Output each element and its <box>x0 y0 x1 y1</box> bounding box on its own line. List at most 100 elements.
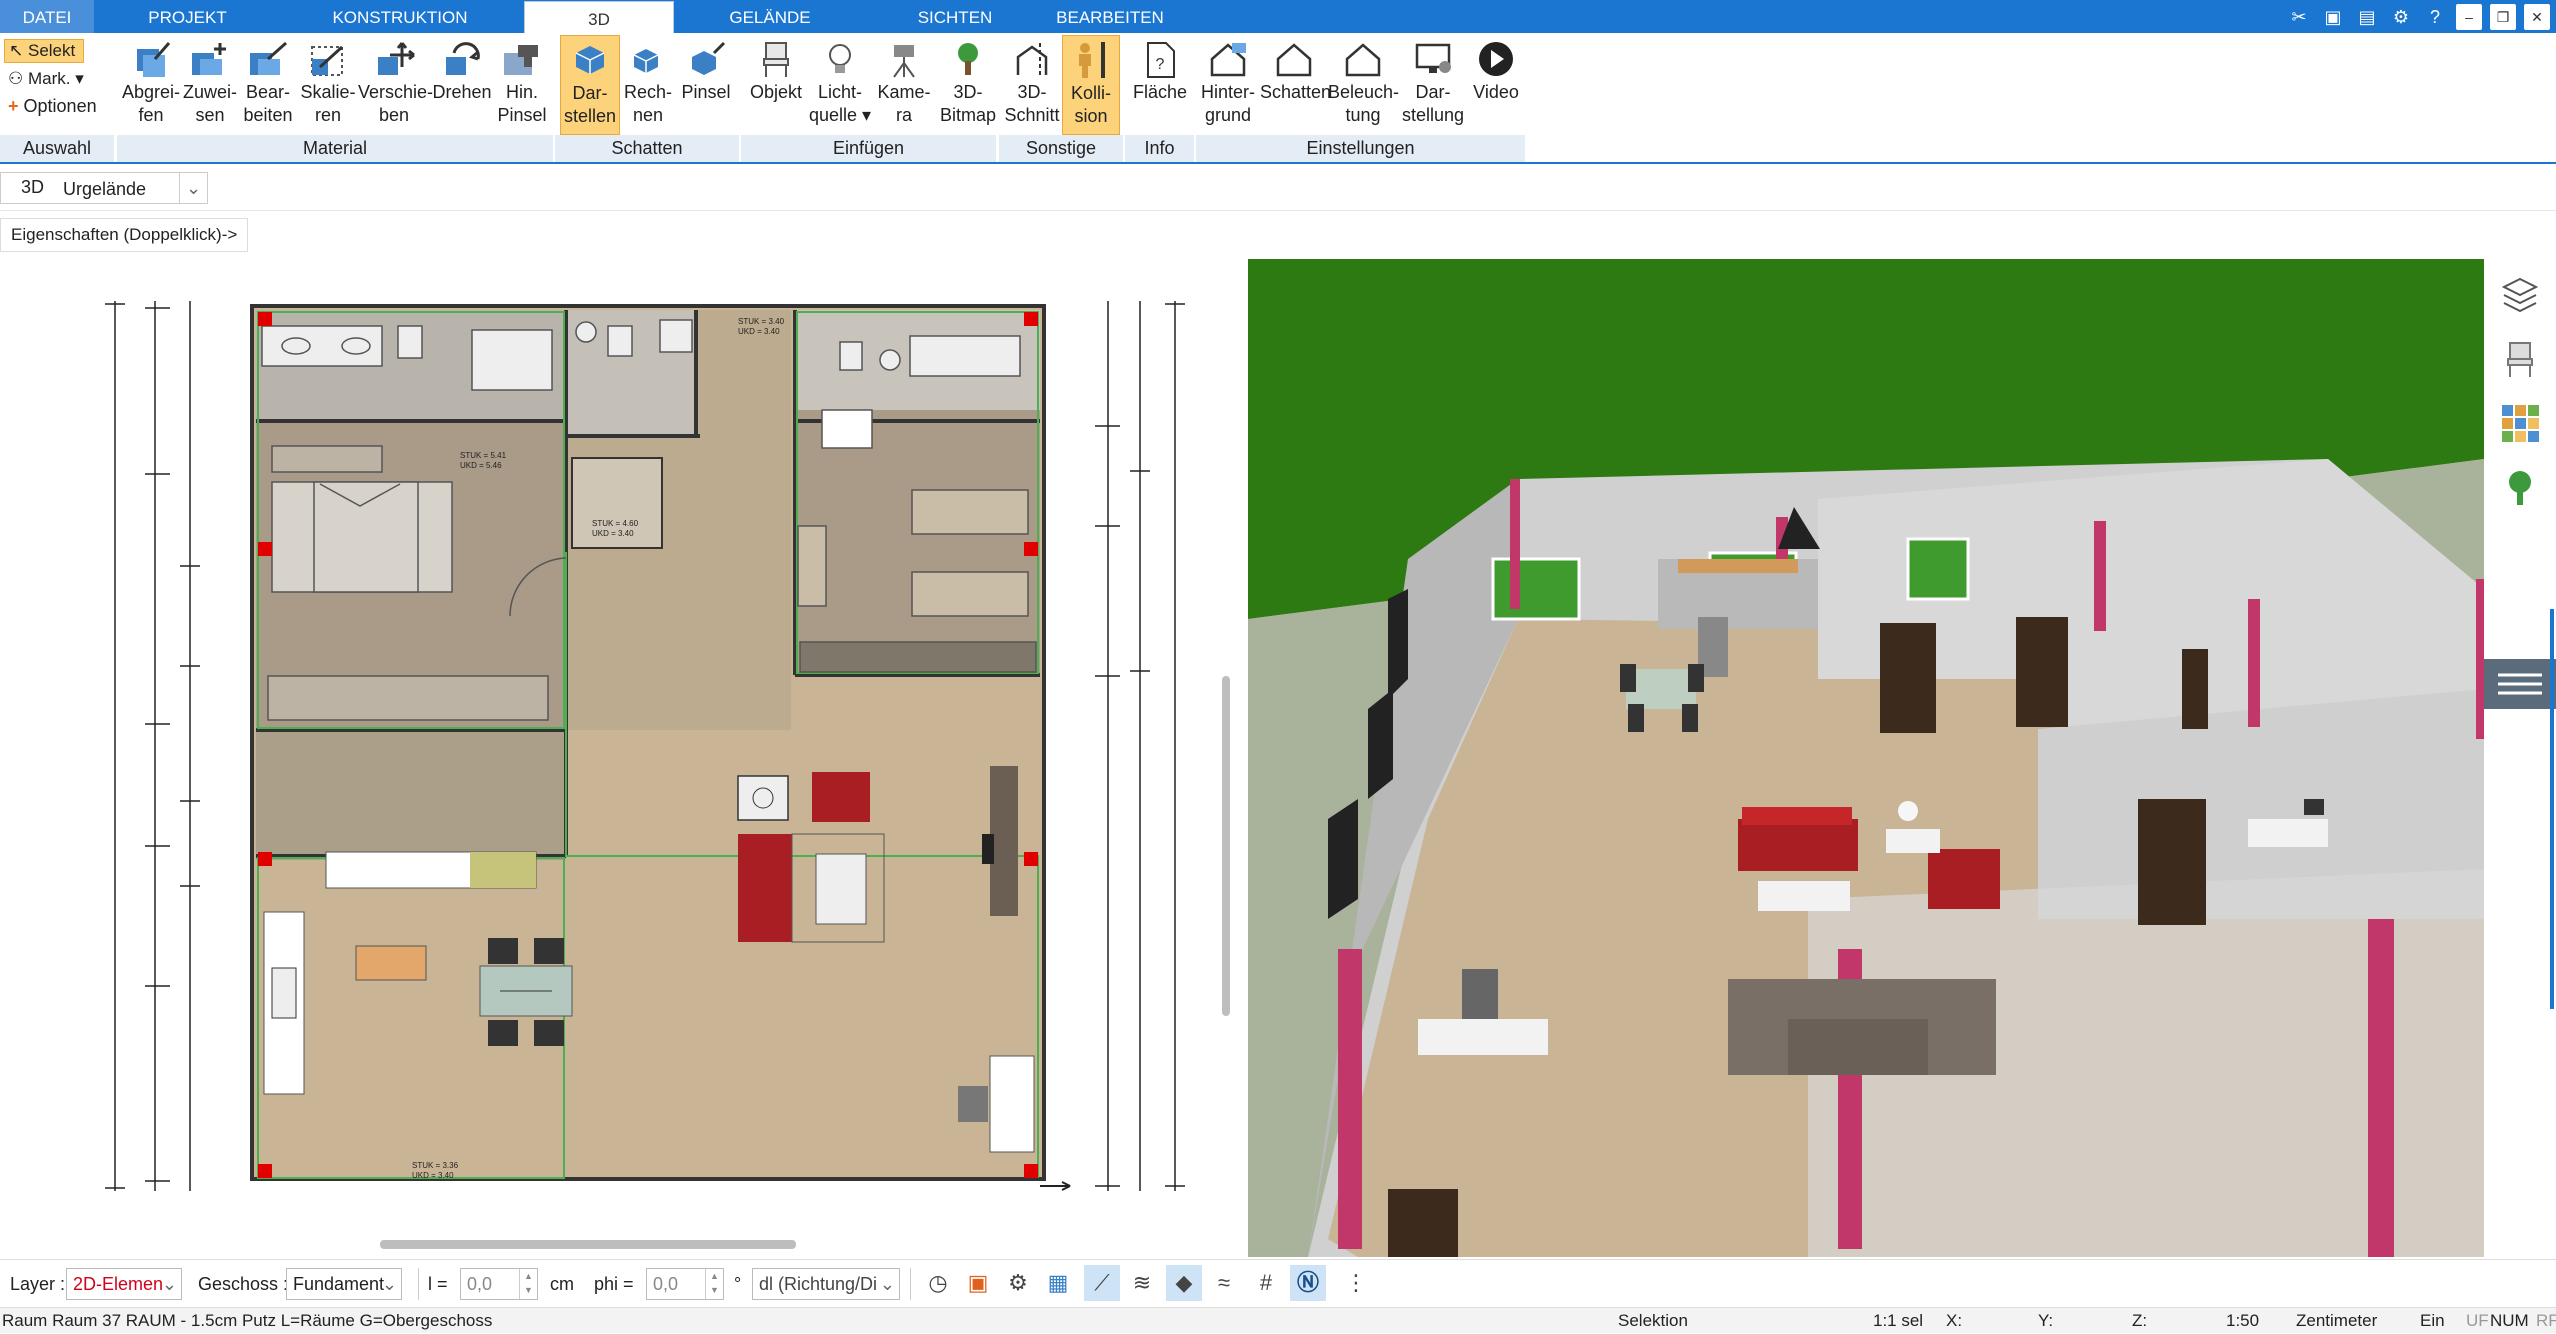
direction-value: dl (Richtung/Di <box>759 1274 878 1294</box>
furniture-icon[interactable] <box>2500 339 2540 379</box>
geschoss-dropdown[interactable]: Fundament ⌄ <box>286 1268 402 1300</box>
layer-dropdown[interactable]: 2D-Elemen ⌄ <box>66 1268 182 1300</box>
plus-icon: + <box>8 96 19 116</box>
bearbeiten-material-button[interactable]: Bear-beiten <box>238 35 298 127</box>
monitor-icon[interactable]: ▣ <box>960 1265 996 1301</box>
tab-3d[interactable]: 3D <box>524 1 674 34</box>
snap-line-icon[interactable]: ⟋ <box>1084 1265 1120 1301</box>
move-icon <box>378 42 415 75</box>
tools-icon[interactable]: ✂ <box>2286 4 2312 30</box>
phi-input[interactable]: 0,0 ▲ ▼ <box>646 1268 724 1300</box>
schatten-label: Schatten <box>1260 82 1332 102</box>
3d-schnitt-button[interactable]: 3D- Schnitt <box>1002 35 1062 127</box>
group-info: Info <box>1125 135 1195 162</box>
kollision-button[interactable]: Kolli-sion <box>1062 35 1120 135</box>
tab-konstruktion[interactable]: KONSTRUKTION <box>300 0 500 33</box>
tab-datei[interactable]: DATEI <box>0 0 94 33</box>
camera-small-icon[interactable]: ⚙ <box>1000 1265 1036 1301</box>
tab-projekt[interactable]: PROJEKT <box>120 0 255 33</box>
length-input[interactable]: 0,0 ▲ ▼ <box>460 1268 538 1300</box>
minimize-button[interactable]: – <box>2456 3 2482 30</box>
layers-small-icon[interactable]: ▦ <box>1040 1265 1076 1301</box>
more-options-icon[interactable]: ⋮ <box>1338 1265 1374 1301</box>
flaeche-button[interactable]: ? Fläche <box>1128 35 1192 104</box>
direction-dropdown[interactable]: dl (Richtung/Di ⌄ <box>752 1268 900 1300</box>
properties-button[interactable]: Eigenschaften (Doppelklick)-> <box>0 218 248 252</box>
layers-icon[interactable] <box>2500 275 2540 315</box>
status-selection-info: Raum Raum 37 RAUM - 1.5cm Putz L=Räume G… <box>2 1311 493 1330</box>
floor-plan-canvas[interactable]: STUK = 3.40 UKD = 3.40 STUK = 5.41 UKD =… <box>0 256 1230 1232</box>
phi-stepper[interactable]: ▲ ▼ <box>705 1269 723 1299</box>
hintergrund-button[interactable]: Hinter-grund <box>1196 35 1260 127</box>
beleuchtung-label-2: tung <box>1345 105 1381 125</box>
status-mode: Selektion <box>1618 1311 1688 1330</box>
optionen-label: Optionen <box>23 96 97 116</box>
plants-icon[interactable] <box>2500 467 2540 507</box>
folder-icon[interactable]: ▣ <box>2320 4 2346 30</box>
plane-icon[interactable]: ◆ <box>1166 1265 1202 1301</box>
3d-bitmap-label-2: Bitmap <box>939 105 997 125</box>
status-scale: 1:50 <box>2226 1311 2260 1330</box>
3d-bitmap-button[interactable]: 3D- Bitmap <box>936 35 1000 127</box>
selekt-button[interactable]: ↖ Selekt <box>4 39 84 63</box>
vertical-scrollbar[interactable] <box>1222 676 1230 1016</box>
rechnen-button[interactable]: Rech-nen <box>620 35 676 127</box>
schatten-darstellen-button[interactable]: Dar-stellen <box>560 35 620 135</box>
darstellung-label-2: stellung <box>1401 105 1465 125</box>
phi-value: 0,0 <box>653 1274 679 1294</box>
close-button[interactable]: ✕ <box>2524 3 2550 30</box>
3d-schnitt-label-2: Schnitt <box>1004 105 1060 125</box>
tab-sichten[interactable]: SICHTEN <box>885 0 1025 33</box>
grid-icon[interactable]: # <box>1248 1265 1284 1301</box>
restore-button[interactable]: ❐ <box>2490 3 2516 30</box>
verschieben-button[interactable]: Verschie-ben <box>358 35 433 127</box>
mark-button[interactable]: ⚇ Mark. ▾ <box>8 69 84 89</box>
lichtquelle-button[interactable]: Licht-quelle ▾ <box>808 35 872 127</box>
length-stepper[interactable]: ▲ ▼ <box>519 1269 537 1299</box>
play-icon <box>1479 42 1513 76</box>
assign-material-icon <box>192 43 226 75</box>
objekt-button[interactable]: Objekt <box>744 35 808 104</box>
lightbulb-icon <box>829 44 851 73</box>
help-icon[interactable]: ? <box>2422 4 2448 30</box>
drehen-button[interactable]: Drehen <box>430 35 494 104</box>
abgreifen-button[interactable]: Abgrei-fen <box>120 35 182 127</box>
terrain-icon[interactable]: ≈ <box>1206 1265 1242 1301</box>
materials-icon[interactable] <box>2500 403 2540 443</box>
layer-select[interactable]: 3D Urgelände ⌄ <box>0 172 208 204</box>
bearbeiten-label-1: Bear- <box>245 82 290 102</box>
hin-pinsel-button[interactable]: Hin. Pinsel <box>494 35 550 127</box>
3d-scene[interactable] <box>1248 259 2484 1257</box>
palette-icon[interactable]: ▤ <box>2354 4 2380 30</box>
tab-bearbeiten[interactable]: BEARBEITEN <box>1040 0 1180 33</box>
optionen-button[interactable]: + Optionen <box>8 96 97 117</box>
tab-gelaende[interactable]: GELÄNDE <box>700 0 840 33</box>
north-icon[interactable]: Ⓝ <box>1290 1265 1326 1301</box>
schatten-pinsel-button[interactable]: Pinsel <box>676 35 736 104</box>
beleuchtung-button[interactable]: Beleuch-tung <box>1328 35 1400 127</box>
chevron-down-icon[interactable]: ⌄ <box>179 173 207 203</box>
horizontal-scrollbar[interactable] <box>380 1240 796 1249</box>
chair-icon <box>763 42 789 77</box>
plan-label: UKD = 3.40 <box>738 327 780 336</box>
view-mode-label: 3D <box>21 177 45 197</box>
schatten-einstellung-button[interactable]: Schatten <box>1260 35 1332 104</box>
brush-icon <box>504 45 538 75</box>
snap-surface-icon[interactable]: ≋ <box>1124 1265 1160 1301</box>
darstellung-button[interactable]: Dar-stellung <box>1398 35 1468 127</box>
dimension-lines-right <box>1095 301 1185 1191</box>
settings-icon[interactable]: ⚙ <box>2388 4 2414 30</box>
clock-icon[interactable]: ◷ <box>920 1265 956 1301</box>
kamera-button[interactable]: Kame-ra <box>872 35 936 127</box>
skalieren-button[interactable]: Skalie-ren <box>298 35 358 127</box>
hamburger-menu-icon[interactable] <box>2484 659 2556 709</box>
separator <box>910 1268 911 1300</box>
3d-view[interactable] <box>1248 259 2484 1257</box>
status-uf: UF <box>2466 1311 2489 1330</box>
abgreifen-label-1: Abgrei- <box>121 82 181 102</box>
video-button[interactable]: Video <box>1468 35 1524 104</box>
drehen-label: Drehen <box>432 82 492 102</box>
floor-plan-view[interactable]: STUK = 3.40 UKD = 3.40 STUK = 5.41 UKD =… <box>0 256 1230 1249</box>
zuweisen-button[interactable]: Zuwei-sen <box>182 35 238 127</box>
beleuchtung-label-1: Beleuch- <box>1328 82 1400 102</box>
